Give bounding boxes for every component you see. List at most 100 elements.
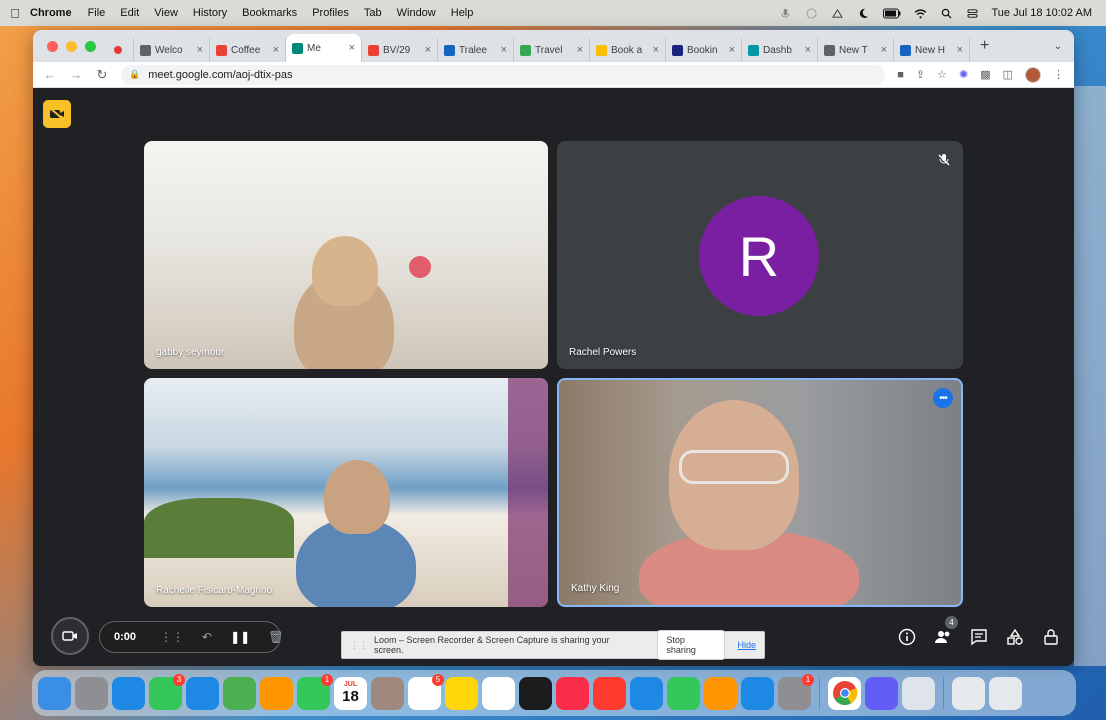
loom-camera-button[interactable] — [51, 617, 89, 655]
browser-tab[interactable]: Me × — [286, 34, 362, 62]
trash-icon[interactable]: 🗑 — [268, 630, 283, 644]
minimize-window-button[interactable] — [66, 40, 77, 52]
dock-app-preview[interactable] — [902, 676, 935, 710]
menu-history[interactable]: History — [193, 7, 227, 19]
dock-app-notes[interactable] — [445, 676, 478, 710]
dock-app-calendar[interactable]: JUL 18 — [334, 676, 367, 710]
wifi-icon[interactable] — [914, 8, 927, 19]
dock-app-loom[interactable] — [865, 676, 898, 710]
tracking-icon[interactable] — [831, 8, 844, 19]
menu-bookmarks[interactable]: Bookmarks — [242, 7, 297, 19]
profile-avatar[interactable] — [1025, 66, 1041, 83]
forward-arrow-icon[interactable]: → — [69, 67, 83, 82]
microphone-icon[interactable] — [779, 8, 792, 19]
close-tab-icon[interactable]: × — [881, 44, 887, 56]
close-tab-icon[interactable]: × — [425, 44, 431, 56]
close-tab-icon[interactable]: × — [729, 44, 735, 56]
browser-tab[interactable]: Dashb × — [742, 38, 818, 62]
browser-tab[interactable]: New T × — [818, 38, 894, 62]
browser-tab[interactable]: Coffee × — [210, 38, 286, 62]
browser-tab[interactable]: Bookin × — [666, 38, 742, 62]
dock-app-maps[interactable] — [223, 676, 256, 710]
browser-tab[interactable]: Tralee × — [438, 38, 514, 62]
tab-search-chevron-icon[interactable]: ⌄ — [1054, 41, 1062, 52]
more-options-button[interactable]: ••• — [933, 388, 953, 408]
dock-app-trash[interactable] — [989, 676, 1022, 710]
chat-icon[interactable] — [970, 628, 988, 646]
hide-notice-link[interactable]: Hide — [737, 640, 756, 650]
menu-view[interactable]: View — [154, 7, 178, 19]
dock-app-safari[interactable] — [112, 676, 145, 710]
lock-icon[interactable]: 🔒 — [129, 69, 140, 80]
pause-icon[interactable]: ❚❚ — [230, 630, 250, 644]
zoom-window-button[interactable] — [85, 40, 96, 52]
control-center-icon[interactable] — [966, 8, 979, 19]
dock-app-keynote[interactable] — [630, 676, 663, 710]
address-bar[interactable]: 🔒 meet.google.com/aoj-dtix-pas — [121, 64, 886, 85]
participant-tile-rachel[interactable]: R Rachel Powers — [557, 141, 963, 369]
close-tab-icon[interactable]: × — [805, 44, 811, 56]
dock-app-finder[interactable] — [38, 676, 71, 710]
participant-tile-gabby[interactable]: gabby seymour — [144, 141, 548, 369]
menu-help[interactable]: Help — [451, 7, 474, 19]
apple-menu-icon[interactable]:  — [0, 6, 30, 21]
people-button[interactable]: 4 — [934, 616, 958, 646]
dock-app-numbers[interactable] — [667, 676, 700, 710]
browser-tab[interactable]: New H × — [894, 38, 970, 62]
dock-app-photos[interactable] — [260, 676, 293, 710]
share-icon[interactable]: ⇪ — [916, 68, 925, 81]
dock-app-tv[interactable] — [519, 676, 552, 710]
loom-extension-icon[interactable]: ✺ — [959, 68, 968, 81]
dock-app-messages[interactable]: 3 — [149, 673, 185, 710]
close-tab-icon[interactable]: × — [349, 42, 355, 54]
camera-off-indicator-icon[interactable] — [43, 100, 71, 128]
menubar-clock[interactable]: Tue Jul 18 10:02 AM — [992, 7, 1093, 19]
host-controls-icon[interactable] — [1042, 628, 1060, 646]
browser-tab[interactable]: BV/29 × — [362, 38, 438, 62]
dock-app-music[interactable] — [556, 676, 589, 710]
dock-app-launchpad[interactable] — [75, 676, 108, 710]
menu-window[interactable]: Window — [397, 7, 436, 19]
menubar-app-name[interactable]: Chrome — [30, 7, 72, 19]
participant-tile-rachelle[interactable]: Rachelle Fisicaro-Magrino — [144, 378, 548, 607]
camera-in-use-icon[interactable]: ■ — [897, 69, 904, 81]
menu-profiles[interactable]: Profiles — [312, 7, 349, 19]
menu-edit[interactable]: Edit — [120, 7, 139, 19]
stop-sharing-button[interactable]: Stop sharing — [657, 630, 726, 660]
battery-icon[interactable] — [882, 8, 901, 19]
do-not-disturb-icon[interactable] — [857, 8, 870, 19]
loom-status-icon[interactable] — [805, 7, 818, 19]
dock-app-news[interactable] — [593, 676, 626, 710]
browser-tab[interactable] — [108, 38, 134, 62]
dock-app-reminders[interactable]: 5 — [408, 673, 444, 710]
close-tab-icon[interactable]: × — [653, 44, 659, 56]
dock-app-freeform[interactable] — [482, 676, 515, 710]
extensions-puzzle-icon[interactable]: ▩ — [980, 68, 990, 81]
chrome-menu-icon[interactable]: ⋮ — [1053, 68, 1064, 81]
browser-tab[interactable]: Travel × — [514, 38, 590, 62]
undo-icon[interactable]: ↶ — [202, 630, 212, 644]
new-tab-button[interactable]: + — [980, 37, 989, 55]
spotlight-search-icon[interactable] — [940, 8, 953, 19]
drag-handle-icon[interactable]: ⋮⋮ — [350, 640, 368, 651]
participant-tile-kathy[interactable]: ••• Kathy King — [557, 378, 963, 607]
dock-app-mail[interactable] — [186, 676, 219, 710]
close-tab-icon[interactable]: × — [577, 44, 583, 56]
dock-app-chrome[interactable] — [828, 676, 861, 710]
drawing-grid-icon[interactable]: ⋮⋮ — [160, 630, 184, 644]
dock-app-app-store[interactable] — [741, 676, 774, 710]
dock-app-downloads[interactable] — [952, 676, 985, 710]
reload-icon[interactable]: ↻ — [95, 67, 109, 83]
activities-icon[interactable] — [1006, 628, 1024, 646]
dock-app-contacts[interactable] — [371, 676, 404, 710]
close-tab-icon[interactable]: × — [501, 44, 507, 56]
dock-app-pages[interactable] — [704, 676, 737, 710]
menu-file[interactable]: File — [88, 7, 106, 19]
close-tab-icon[interactable]: × — [273, 44, 279, 56]
back-arrow-icon[interactable]: ← — [43, 67, 57, 82]
browser-tab[interactable]: Book a × — [590, 38, 666, 62]
close-window-button[interactable] — [47, 40, 58, 52]
bookmark-star-icon[interactable]: ☆ — [937, 68, 947, 81]
menu-tab[interactable]: Tab — [364, 7, 382, 19]
side-panel-icon[interactable]: ◫ — [1003, 68, 1013, 81]
